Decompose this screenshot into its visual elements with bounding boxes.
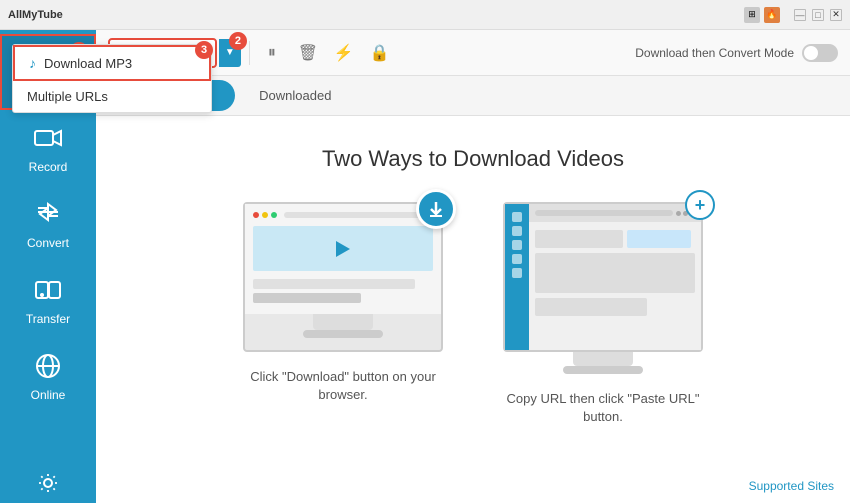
dropdown-multiple-urls[interactable]: Multiple URLs (13, 81, 211, 112)
supported-sites-link[interactable]: Supported Sites (749, 479, 834, 493)
play-icon (336, 241, 350, 257)
content-bar-1 (253, 279, 415, 289)
content-area: Two Ways to Download Videos (96, 116, 850, 503)
multiple-urls-label: Multiple URLs (27, 89, 108, 104)
m2-row-2 (535, 253, 695, 293)
monitor-base-1 (303, 330, 383, 338)
illustration-browser-download: Click "Download" button on your browser. (243, 202, 443, 404)
badge-2: 2 (229, 32, 247, 50)
flash-button[interactable]: ⚡ (330, 39, 358, 67)
monitor-sidebar (505, 204, 529, 350)
caption-1: Click "Download" button on your browser. (243, 368, 443, 404)
monitor-stand-2 (573, 352, 633, 366)
monitor-addressbar (535, 210, 673, 216)
video-placeholder (253, 226, 433, 271)
delete-button[interactable]: 🗑 (294, 39, 322, 67)
page-title: Two Ways to Download Videos (322, 146, 624, 172)
browser-address (284, 212, 433, 218)
browser-dot-yellow (262, 212, 268, 218)
dropdown-menu: ♪ Download MP3 3 Multiple URLs (12, 44, 212, 113)
download-bubble (416, 189, 456, 229)
window-controls: ⊞ 🔥 — □ ✕ (744, 7, 842, 23)
close-button[interactable]: ✕ (830, 9, 842, 21)
convert-icon (32, 198, 64, 230)
download-mp3-label: Download MP3 (44, 56, 132, 71)
toolbar-right: Download then Convert Mode (635, 44, 838, 62)
illustration-paste-url: + Copy URL then click "Paste URL" button… (503, 202, 703, 426)
m2-row-3 (535, 298, 695, 316)
sidebar-item-transfer[interactable]: Transfer (0, 262, 96, 338)
monitor2-main (529, 222, 701, 350)
m2-block-2 (627, 230, 691, 248)
sidebar-dot-4 (512, 254, 522, 264)
titlebar: AllMyTube ⊞ 🔥 — □ ✕ (0, 0, 850, 30)
minimize-button[interactable]: — (794, 9, 806, 21)
record-icon (32, 122, 64, 154)
lock-button[interactable]: 🔒 (366, 39, 394, 67)
illustrations: Click "Download" button on your browser. (243, 202, 703, 426)
online-icon (32, 350, 64, 382)
tray-icon-2: 🔥 (764, 7, 780, 23)
pause-button[interactable]: ⏸ (258, 39, 286, 67)
m2-block-3 (535, 298, 647, 316)
sidebar-item-convert[interactable]: Convert (0, 186, 96, 262)
app-container: Download 1 Record Convert (0, 30, 850, 503)
m2-block-1 (535, 230, 623, 248)
tab-downloaded[interactable]: Downloaded (235, 80, 355, 111)
sidebar-dot-3 (512, 240, 522, 250)
caption-2: Copy URL then click "Paste URL" button. (503, 390, 703, 426)
sidebar-label-online: Online (31, 388, 66, 402)
monitor-2: + (503, 202, 703, 352)
m2-big-block (535, 253, 695, 293)
toolbar-separator-1 (249, 41, 250, 65)
main-content: + Paste URL ▼ 2 ⏸ 🗑 ⚡ 🔒 Download then Co… (96, 30, 850, 503)
sidebar-dot-1 (512, 212, 522, 222)
monitor-base-2 (563, 366, 643, 374)
browser-dot-green (271, 212, 277, 218)
sidebar-dot-2 (512, 226, 522, 236)
sidebar-label-transfer: Transfer (26, 312, 70, 326)
toggle-label: Download then Convert Mode (635, 46, 794, 60)
sidebar-label-convert: Convert (27, 236, 69, 250)
monitor-topbar (529, 204, 701, 222)
badge-3: 3 (195, 41, 213, 59)
dropdown-download-mp3[interactable]: ♪ Download MP3 3 (13, 45, 211, 81)
monitor-screen-1 (245, 204, 441, 314)
maximize-button[interactable]: □ (812, 9, 824, 21)
monitor-1 (243, 202, 443, 352)
app-logo: AllMyTube (8, 9, 63, 21)
sidebar-item-record[interactable]: Record (0, 110, 96, 186)
monitor-wrapper-1 (243, 202, 443, 352)
tray-icon-1: ⊞ (744, 7, 760, 23)
monitor-wrapper-2: + (503, 202, 703, 374)
plus-bubble: + (685, 190, 715, 220)
sidebar-dot-5 (512, 268, 522, 278)
transfer-icon (32, 274, 64, 306)
monitor-dot-1 (676, 211, 681, 216)
m2-row-1 (535, 230, 695, 248)
browser-header (253, 212, 433, 218)
sidebar-label-record: Record (29, 160, 68, 174)
download-convert-toggle[interactable] (802, 44, 838, 62)
monitor-stand-1 (313, 314, 373, 330)
sidebar-item-online[interactable]: Online (0, 338, 96, 414)
monitor-content-area (529, 204, 701, 350)
browser-dot-red (253, 212, 259, 218)
settings-button[interactable] (0, 463, 96, 503)
content-bar-2 (253, 293, 361, 303)
tray-icons: ⊞ 🔥 (744, 7, 780, 23)
